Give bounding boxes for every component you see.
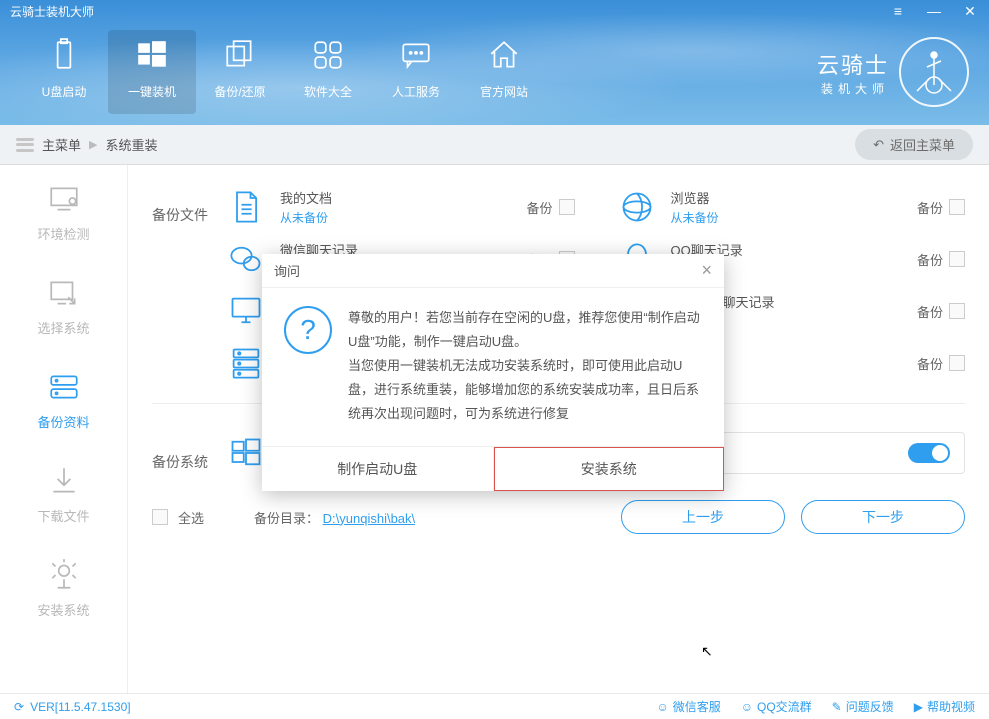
make-usb-button[interactable]: 制作启动U盘: [262, 447, 494, 491]
question-icon: ?: [284, 306, 332, 354]
install-system-button[interactable]: 安装系统: [494, 447, 725, 491]
confirm-dialog: 询问 × ? 尊敬的用户！若您当前存在空闲的U盘，推荐您使用“制作启动U盘”功能…: [262, 254, 724, 491]
dialog-close-icon[interactable]: ×: [701, 260, 712, 281]
dialog-message: 尊敬的用户！若您当前存在空闲的U盘，推荐您使用“制作启动U盘”功能，制作一键启动…: [348, 306, 702, 426]
dialog-title: 询问: [274, 261, 300, 280]
dialog-header: 询问 ×: [262, 254, 724, 288]
